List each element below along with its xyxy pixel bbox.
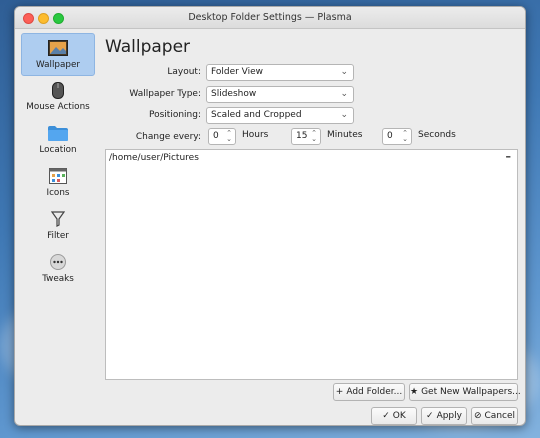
chevron-down-icon: ⌄ [340, 110, 348, 120]
sidebar-item-wallpaper[interactable]: Wallpaper [21, 33, 95, 76]
check-icon: ✓ [382, 411, 390, 421]
positioning-select[interactable]: Scaled and Cropped ⌄ [206, 107, 354, 124]
positioning-label: Positioning: [149, 110, 201, 120]
tweaks-icon [21, 254, 95, 270]
folder-list[interactable]: /home/user/Pictures – [105, 149, 518, 380]
filter-icon [21, 211, 95, 227]
layout-select[interactable]: Folder View ⌄ [206, 64, 354, 81]
sidebar-item-label: Mouse Actions [26, 102, 90, 112]
main-content: Wallpaper Layout: Folder View ⌄ Wallpape… [103, 29, 525, 425]
ok-button[interactable]: ✓ OK [371, 407, 417, 425]
get-new-wallpapers-button[interactable]: ★ Get New Wallpapers... [409, 383, 521, 401]
wallpaper-type-select[interactable]: Slideshow ⌄ [206, 86, 354, 103]
hours-unit: Hours [242, 130, 269, 140]
wallpaper-icon [22, 40, 94, 56]
settings-window: Desktop Folder Settings — Plasma Wallpap… [14, 6, 526, 426]
folder-path-item[interactable]: /home/user/Pictures [109, 153, 199, 163]
wallpaper-type-value: Slideshow [211, 89, 257, 99]
sidebar-item-tweaks[interactable]: Tweaks [21, 248, 95, 291]
minutes-unit: Minutes [327, 130, 363, 140]
star-icon: ★ [410, 387, 419, 397]
seconds-unit: Seconds [418, 130, 456, 140]
layout-label-row: Layout: [103, 64, 201, 82]
spin-arrows-icon[interactable]: ⌃ ⌄ [311, 130, 317, 143]
wallpaper-type-label: Wallpaper Type: [129, 89, 201, 99]
page-title: Wallpaper [105, 37, 191, 57]
icons-grid-icon [21, 168, 95, 184]
spin-arrows-icon[interactable]: ⌃ ⌄ [402, 130, 408, 143]
wallpaper-type-label-row: Wallpaper Type: [103, 86, 201, 104]
remove-folder-button[interactable]: – [506, 150, 512, 163]
title-bar[interactable]: Desktop Folder Settings — Plasma [15, 7, 525, 29]
hours-value: 0 [213, 131, 219, 141]
seconds-value: 0 [387, 131, 393, 141]
sidebar-item-mouse-actions[interactable]: Mouse Actions [21, 76, 95, 119]
sidebar-item-filter[interactable]: Filter [21, 205, 95, 248]
mouse-icon [21, 81, 95, 99]
cancel-icon: ⊘ [473, 411, 482, 421]
minutes-value: 15 [296, 131, 308, 141]
positioning-value: Scaled and Cropped [211, 110, 302, 120]
sidebar-item-label: Wallpaper [35, 60, 80, 70]
folder-icon [21, 125, 95, 141]
change-every-label: Change every: [135, 132, 201, 142]
sidebar-item-label: Icons [46, 188, 70, 198]
hours-spinbox[interactable]: 0 ⌃ ⌄ [208, 128, 236, 145]
apply-button[interactable]: ✓ Apply [421, 407, 467, 425]
sidebar-item-label: Location [39, 145, 77, 155]
layout-value: Folder View [211, 67, 264, 77]
chevron-down-icon: ⌄ [340, 67, 348, 77]
sidebar-item-icons[interactable]: Icons [21, 162, 95, 205]
spin-arrows-icon[interactable]: ⌃ ⌄ [226, 130, 232, 143]
layout-label: Layout: [167, 67, 201, 77]
change-every-label-row: Change every: [103, 129, 201, 147]
minutes-spinbox[interactable]: 15 ⌃ ⌄ [291, 128, 321, 145]
cancel-button[interactable]: ⊘ Cancel [471, 407, 518, 425]
plus-icon: + [335, 387, 344, 397]
sidebar: Wallpaper Mouse Actions Location Icons F… [21, 33, 95, 291]
add-folder-button[interactable]: + Add Folder... [333, 383, 405, 401]
window-title: Desktop Folder Settings — Plasma [188, 12, 352, 23]
sidebar-item-location[interactable]: Location [21, 119, 95, 162]
seconds-spinbox[interactable]: 0 ⌃ ⌄ [382, 128, 412, 145]
chevron-down-icon: ⌄ [340, 89, 348, 99]
positioning-label-row: Positioning: [103, 107, 201, 125]
sidebar-item-label: Tweaks [42, 274, 74, 284]
sidebar-item-label: Filter [47, 231, 69, 241]
check-icon: ✓ [426, 411, 434, 421]
